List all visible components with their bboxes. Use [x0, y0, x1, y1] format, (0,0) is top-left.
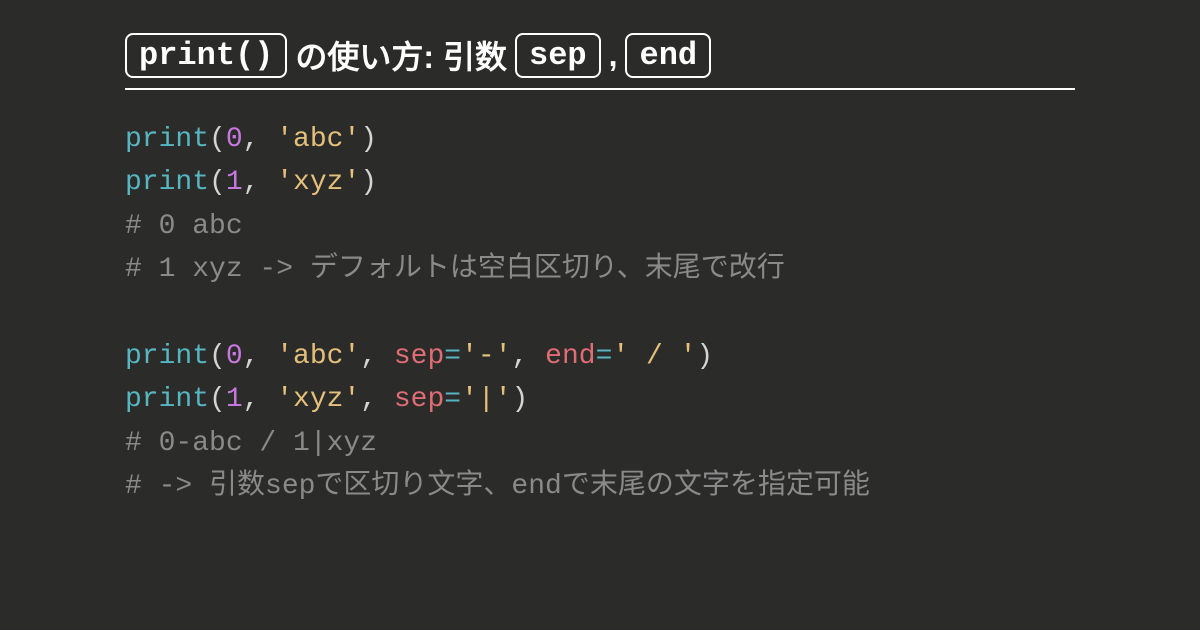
title-box-sep: sep: [515, 33, 601, 78]
code-line-9: # -> 引数sepで区切り文字、endで末尾の文字を指定可能: [125, 465, 1075, 508]
code-line-8: # 0-abc / 1|xyz: [125, 422, 1075, 465]
code-line-6: print(0, 'abc', sep='-', end=' / '): [125, 335, 1075, 378]
code-block: print(0, 'abc') print(1, 'xyz') # 0 abc …: [125, 118, 1075, 509]
blank-line: [125, 292, 1075, 335]
title-box-print: print(): [125, 33, 287, 78]
title-comma: ,: [609, 37, 618, 74]
code-line-2: print(1, 'xyz'): [125, 161, 1075, 204]
code-line-4: # 1 xyz -> デフォルトは空白区切り、末尾で改行: [125, 248, 1075, 291]
code-line-7: print(1, 'xyz', sep='|'): [125, 378, 1075, 421]
title-box-end: end: [625, 33, 711, 78]
title: print() の使い方: 引数 sep , end: [125, 32, 1075, 90]
title-text-1: の使い方: 引数: [295, 32, 507, 78]
code-line-1: print(0, 'abc'): [125, 118, 1075, 161]
slide: print() の使い方: 引数 sep , end print(0, 'abc…: [0, 0, 1200, 509]
code-line-3: # 0 abc: [125, 205, 1075, 248]
